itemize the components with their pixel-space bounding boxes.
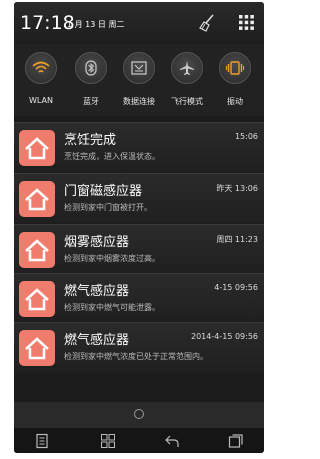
toggle-vibrate[interactable]: 振动 bbox=[212, 52, 258, 107]
notification-desc: 检测到家中燃气可能泄露。 bbox=[64, 303, 160, 312]
home-grid-icon[interactable] bbox=[100, 433, 116, 449]
bluetooth-icon bbox=[85, 60, 97, 76]
notification-time: 昨天 13:06 bbox=[216, 184, 258, 193]
quick-toggles: WLAN 蓝牙 数据连接 飞行模式 振动 bbox=[14, 44, 264, 116]
clear-notifications-icon[interactable] bbox=[199, 14, 215, 32]
back-icon[interactable] bbox=[164, 433, 180, 449]
notification-time: 4-15 09:56 bbox=[214, 283, 258, 292]
notification-time: 周四 11:23 bbox=[216, 235, 258, 244]
notification-title: 燃气感应器 bbox=[64, 284, 130, 299]
home-icon bbox=[19, 130, 55, 166]
notification-item[interactable]: 门窗磁感应器 检测到家中门窗被打开。 昨天 13:06 bbox=[14, 173, 264, 223]
notification-title: 烟雾感应器 bbox=[64, 235, 130, 250]
home-icon bbox=[19, 281, 55, 317]
drawer-handle-bar[interactable] bbox=[14, 402, 264, 428]
home-icon bbox=[19, 232, 55, 268]
notification-time: 2014-4-15 09:56 bbox=[191, 332, 258, 341]
settings-grid-icon[interactable] bbox=[239, 15, 254, 30]
airplane-icon bbox=[180, 61, 194, 75]
toggle-label: 振动 bbox=[227, 97, 243, 106]
notification-item[interactable]: 烹饪完成 烹饪完成，进入保温状态。 15:06 bbox=[14, 122, 264, 172]
drag-handle-icon[interactable] bbox=[134, 409, 144, 419]
menu-icon[interactable] bbox=[34, 433, 50, 449]
toggle-label: 飞行模式 bbox=[171, 97, 203, 106]
notification-desc: 检测到家中门窗被打开。 bbox=[64, 203, 152, 212]
toggle-wlan[interactable]: WLAN bbox=[18, 52, 64, 105]
recent-apps-icon[interactable] bbox=[228, 433, 244, 449]
notification-item[interactable]: 燃气感应器 检测到家中燃气浓度已处于正常范围内。 2014-4-15 09:56 bbox=[14, 322, 264, 372]
home-icon bbox=[19, 181, 55, 217]
status-bar: 17:18 1 月 13 日 周二 bbox=[14, 2, 264, 44]
notification-desc: 烹饪完成，进入保温状态。 bbox=[64, 152, 160, 161]
notification-desc: 检测到家中烟雾浓度过高。 bbox=[64, 254, 160, 263]
data-connection-icon bbox=[131, 61, 147, 75]
notification-item[interactable]: 燃气感应器 检测到家中燃气可能泄露。 4-15 09:56 bbox=[14, 273, 264, 323]
phone-screen: 17:18 1 月 13 日 周二 WLAN 蓝牙 数据连接 飞行模式 振动 烹… bbox=[14, 2, 264, 453]
vibrate-icon bbox=[226, 61, 244, 75]
home-icon bbox=[19, 330, 55, 366]
notification-item[interactable]: 烟雾感应器 检测到家中烟雾浓度过高。 周四 11:23 bbox=[14, 224, 264, 274]
wifi-icon bbox=[32, 61, 50, 73]
toggle-label: 数据连接 bbox=[123, 97, 155, 106]
toggle-label: 蓝牙 bbox=[83, 97, 99, 106]
status-date: 1 月 13 日 周二 bbox=[67, 20, 125, 29]
notification-desc: 检测到家中燃气浓度已处于正常范围内。 bbox=[64, 352, 208, 361]
toggle-bluetooth[interactable]: 蓝牙 bbox=[68, 52, 114, 107]
notification-title: 门窗磁感应器 bbox=[64, 184, 143, 199]
toggle-label: WLAN bbox=[28, 96, 53, 105]
toggle-airplane[interactable]: 飞行模式 bbox=[164, 52, 210, 107]
navigation-bar bbox=[14, 428, 264, 453]
notification-title: 烹饪完成 bbox=[64, 133, 117, 148]
notification-time: 15:06 bbox=[234, 132, 258, 141]
toggle-data-connection[interactable]: 数据连接 bbox=[116, 52, 162, 107]
notification-title: 燃气感应器 bbox=[64, 333, 130, 348]
